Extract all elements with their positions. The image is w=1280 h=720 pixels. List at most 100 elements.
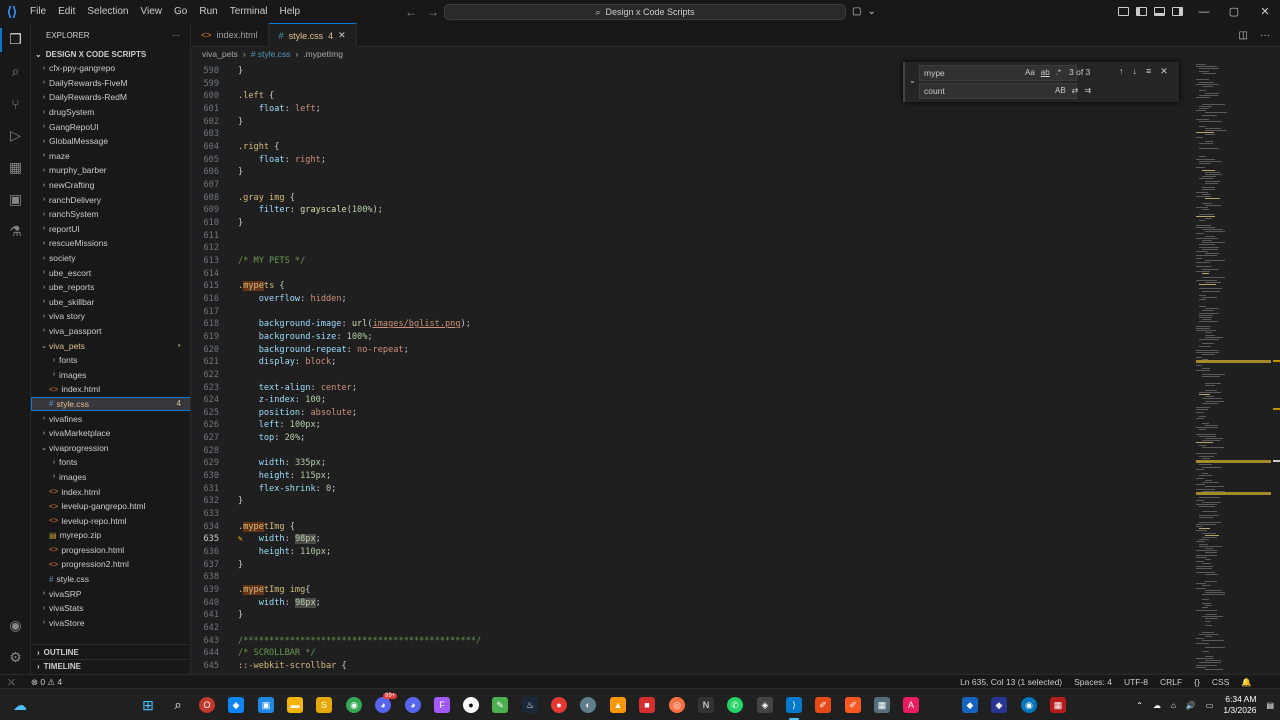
- match-case-toggle[interactable]: Aa: [1025, 68, 1035, 77]
- split-editor-icon[interactable]: ◫: [1239, 30, 1248, 41]
- code-line[interactable]: 615 .mypets {: [191, 280, 1191, 293]
- browser-icon[interactable]: ◉: [1021, 697, 1037, 713]
- menu-go[interactable]: Go: [168, 0, 193, 23]
- discord-icon[interactable]: ◕: [375, 697, 391, 713]
- code-line[interactable]: 639 .mypetImg img{: [191, 584, 1191, 597]
- menu-edit[interactable]: Edit: [52, 0, 81, 23]
- tree-folder[interactable]: › cfx-ppy-gangrepo: [31, 61, 190, 76]
- recorder-icon[interactable]: ●: [551, 697, 567, 713]
- tree-folder[interactable]: › vivaStats: [31, 601, 190, 616]
- tree-folder[interactable]: › ube_escort: [31, 265, 190, 280]
- run-debug-icon[interactable]: ▷: [7, 127, 24, 144]
- sublime-icon[interactable]: S: [316, 697, 332, 713]
- code-line[interactable]: 638: [191, 571, 1191, 584]
- notifications-icon[interactable]: ▤: [1266, 701, 1274, 710]
- customize-layout-icon[interactable]: [1118, 7, 1129, 16]
- back-arrow-icon[interactable]: ←: [405, 5, 417, 19]
- replace-icon[interactable]: ⇄: [1072, 86, 1079, 95]
- testing-icon[interactable]: ⚗: [7, 223, 24, 240]
- outline-header[interactable]: › OUTLINE: [31, 645, 190, 659]
- code-line[interactable]: 627 top: 20%;: [191, 432, 1191, 445]
- tree-folder[interactable]: › reportUI: [31, 222, 190, 237]
- tree-file[interactable]: <> levelup-gangrepo.html: [31, 499, 190, 514]
- code-line[interactable]: 622: [191, 369, 1191, 382]
- code-line[interactable]: 604 .right {: [191, 141, 1191, 154]
- close-window-button[interactable]: ✕: [1250, 0, 1280, 23]
- code-line[interactable]: 634 .mypetImg {: [191, 521, 1191, 534]
- code-line[interactable]: 609 filter: grayscale(100%);: [191, 204, 1191, 217]
- tree-file[interactable]: <> levelup-repo.html: [31, 513, 190, 528]
- steam-icon[interactable]: ♨: [522, 697, 538, 713]
- menu-file[interactable]: File: [24, 0, 52, 23]
- notion-icon[interactable]: N: [698, 697, 714, 713]
- code-line[interactable]: 614: [191, 268, 1191, 281]
- toggle-secondary-sidebar-icon[interactable]: [1172, 7, 1183, 16]
- cursor-position[interactable]: Ln 635, Col 13 (1 selected): [960, 677, 1062, 687]
- code-line[interactable]: 601 float: left;: [191, 103, 1191, 116]
- app-blue-icon[interactable]: ◆: [962, 697, 978, 713]
- tree-folder[interactable]: › GlobalMessage: [31, 134, 190, 149]
- menu-run[interactable]: Run: [193, 0, 223, 23]
- forward-arrow-icon[interactable]: →: [427, 5, 439, 19]
- close-tab-icon[interactable]: ✕: [338, 30, 346, 41]
- tree-folder[interactable]: › images: [31, 470, 190, 485]
- app-gray-icon[interactable]: ◈: [757, 697, 773, 713]
- code-line[interactable]: 603: [191, 128, 1191, 141]
- explorer-icon[interactable]: ❐: [7, 31, 24, 48]
- minimap[interactable]: [1191, 62, 1271, 674]
- code-line[interactable]: 621 display: block;: [191, 356, 1191, 369]
- search-icon[interactable]: ⌕: [7, 63, 24, 80]
- app-indigo-icon[interactable]: ◆: [991, 697, 1007, 713]
- extensions-icon[interactable]: ▦: [7, 159, 24, 176]
- code-line[interactable]: 635 width: 98px; ✎: [191, 533, 1191, 546]
- code-line[interactable]: 643 /************************************…: [191, 635, 1191, 648]
- code-line[interactable]: 640 width: 98px;: [191, 597, 1191, 610]
- tree-folder[interactable]: › GangRepoUI: [31, 119, 190, 134]
- more-actions-icon[interactable]: ···: [1260, 30, 1270, 41]
- code-line[interactable]: 613 /* MY PETS */: [191, 255, 1191, 268]
- breadcrumb-folder[interactable]: viva_pets: [202, 49, 238, 59]
- opera-icon[interactable]: O: [199, 697, 215, 713]
- previous-match-icon[interactable]: ↑: [1119, 66, 1124, 77]
- gear-icon[interactable]: ⚙: [7, 649, 24, 666]
- github-icon[interactable]: ●: [463, 697, 479, 713]
- close-icon[interactable]: ✕: [1160, 66, 1168, 77]
- chevron-up-icon[interactable]: ⌃: [1136, 701, 1143, 710]
- vlc-icon[interactable]: ▲: [610, 697, 626, 713]
- tree-folder[interactable]: › vivafines: [31, 411, 190, 426]
- code-line[interactable]: 641}: [191, 609, 1191, 622]
- code-line[interactable]: 633: [191, 508, 1191, 521]
- tree-folder[interactable]: › ranchSystem: [31, 207, 190, 222]
- volume-icon[interactable]: 🔊: [1186, 701, 1196, 710]
- command-center-search[interactable]: ⌕ Design x Code Scripts: [444, 4, 846, 20]
- whatsapp-icon[interactable]: ✆: [727, 697, 743, 713]
- code-line[interactable]: 645::-webkit-scrollbar {: [191, 660, 1191, 673]
- find-in-selection-icon[interactable]: ≡: [1146, 66, 1151, 77]
- app-brush-icon[interactable]: ✐: [845, 697, 861, 713]
- tab-style-css[interactable]: # style.css 4 ✕: [268, 23, 357, 47]
- language-mode[interactable]: CSS: [1212, 677, 1229, 687]
- tree-file[interactable]: <> progression2.html: [31, 557, 190, 572]
- tree-folder[interactable]: › viva_passport: [31, 324, 190, 339]
- code-line[interactable]: 618 background-image: url(images/bglist.…: [191, 318, 1191, 331]
- vscode-icon[interactable]: ⟩: [786, 697, 802, 713]
- code-line[interactable]: 620 background-repeat: no-repeat;: [191, 344, 1191, 357]
- tree-folder[interactable]: ⌄ vivaprogression: [31, 440, 190, 455]
- code-line[interactable]: 626 left: 100px;: [191, 419, 1191, 432]
- tree-folder[interactable]: › ranchDelivery: [31, 192, 190, 207]
- end-of-line[interactable]: CRLF: [1160, 677, 1182, 687]
- notepad-icon[interactable]: ✎: [492, 697, 508, 713]
- code-line[interactable]: 605 float: right;: [191, 154, 1191, 167]
- figma-icon[interactable]: F: [434, 697, 450, 713]
- code-line[interactable]: 617: [191, 306, 1191, 319]
- tree-folder[interactable]: › drugSystem: [31, 105, 190, 120]
- copilot-menu[interactable]: ▢ ⌄: [852, 0, 876, 23]
- tree-folder[interactable]: › DailyRewards-RedM: [31, 90, 190, 105]
- app-icon[interactable]: ◐: [580, 697, 596, 713]
- code-line[interactable]: 642: [191, 622, 1191, 635]
- code-line[interactable]: 606}: [191, 166, 1191, 179]
- code-line[interactable]: 631 flex-shrink: 0;: [191, 483, 1191, 496]
- tree-folder[interactable]: › newCrafting: [31, 178, 190, 193]
- minimize-button[interactable]: —: [1189, 0, 1219, 23]
- tree-folder[interactable]: › fonts: [31, 455, 190, 470]
